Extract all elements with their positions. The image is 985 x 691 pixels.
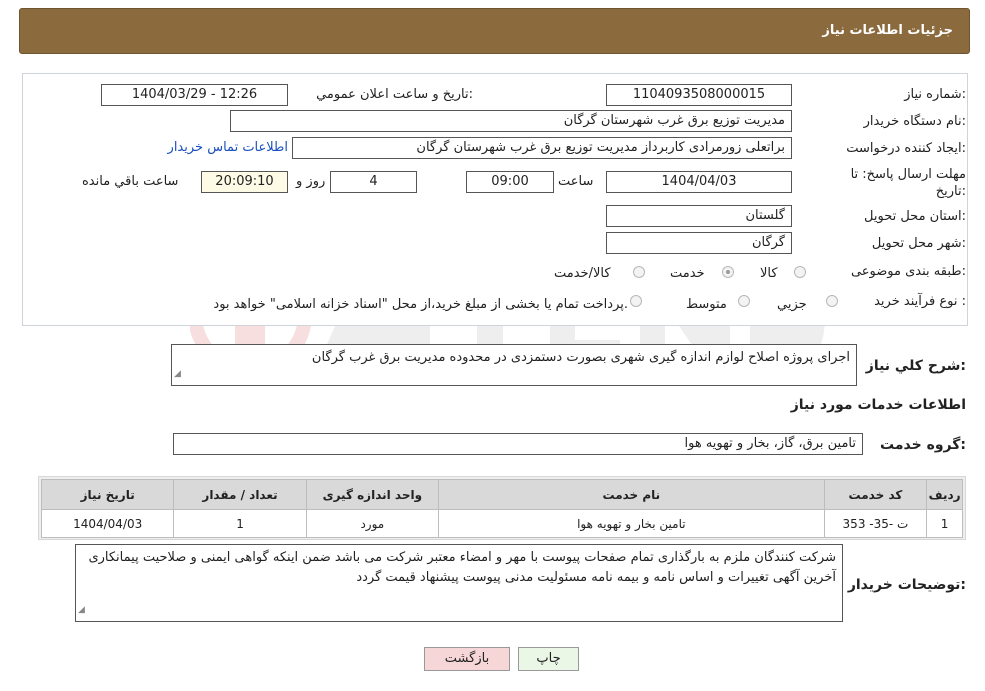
category-label: طبقه بندی موضوعی:	[850, 264, 966, 279]
cell-quantity: 1	[173, 509, 307, 538]
category-goods-service-radio[interactable]	[633, 266, 645, 278]
purchase-process-label: نوع فرآیند خرید :	[874, 294, 966, 309]
print-button[interactable]: چاپ	[518, 647, 579, 671]
page-title: جزئیات اطلاعات نیاز	[822, 23, 953, 38]
remaining-days-field: 4	[330, 171, 417, 193]
announce-datetime-field: 1404/03/29 - 12:26	[101, 84, 288, 106]
col-code-header: کد خدمت	[823, 479, 928, 510]
treasury-payment-checkbox[interactable]	[630, 295, 642, 307]
cell-service-name: تامین بخار و تهویه هوا	[438, 509, 825, 538]
cell-service-code: ت -35- 353	[823, 509, 928, 538]
process-minor-label: جزیي	[777, 297, 807, 312]
deadline-time-field: 09:00	[466, 171, 554, 193]
process-medium-radio[interactable]	[738, 295, 750, 307]
buyer-contact-link[interactable]: اطلاعات تماس خریدار	[168, 140, 288, 155]
treasury-payment-note: پرداخت تمام یا بخشی از مبلغ خرید،از محل …	[213, 297, 628, 312]
category-service-label: خدمت	[670, 266, 705, 281]
services-table: ردیف کد خدمت نام خدمت واحد اندازه گیری ت…	[40, 479, 963, 538]
page-header: جزئیات اطلاعات نیاز	[19, 8, 970, 54]
service-group-label: گروه خدمت:	[880, 437, 966, 453]
deadline-time-label: ساعت	[558, 174, 594, 189]
need-number-field: 1104093508000015	[606, 84, 792, 106]
requester-field: براتعلی زورمرادی کاربرداز مدیریت توزیع ب…	[292, 137, 792, 159]
summary-label: شرح کلي نیاز:	[865, 358, 966, 374]
table-row: 1 ت -35- 353 تامین بخار و تهویه هوا مورد…	[40, 509, 963, 538]
province-label: استان محل تحویل:	[864, 209, 966, 224]
city-field: گرگان	[606, 232, 792, 254]
resize-grip-icon[interactable]: ◢	[174, 364, 181, 384]
process-medium-label: متوسط	[686, 297, 727, 312]
col-row-header: ردیف	[926, 479, 963, 510]
services-section-title: اطلاعات خدمات مورد نیاز	[790, 397, 966, 413]
category-goods-service-label: کالا/خدمت	[554, 266, 611, 281]
deadline-date-field: 1404/04/03	[606, 171, 792, 193]
resize-grip-icon[interactable]: ◢	[78, 600, 85, 620]
col-unit-header: واحد اندازه گیری	[305, 479, 440, 510]
remaining-time-field: 20:09:10	[201, 171, 288, 193]
city-label: شهر محل تحویل:	[871, 236, 966, 251]
service-group-field: تامین برق، گاز، بخار و تهویه هوا	[173, 433, 863, 455]
days-label: روز و	[296, 174, 326, 189]
cell-unit: مورد	[305, 509, 440, 538]
col-quantity-header: تعداد / مقدار	[173, 479, 307, 510]
category-service-radio[interactable]	[722, 266, 734, 278]
process-minor-radio[interactable]	[826, 295, 838, 307]
deadline-label: مهلت ارسال پاسخ: تا تاریخ:	[850, 167, 966, 199]
buyer-notes-label: توضیحات خریدار:	[847, 577, 966, 593]
requester-label: ایجاد کننده درخواست:	[846, 141, 966, 156]
services-table-wrapper: ردیف کد خدمت نام خدمت واحد اندازه گیری ت…	[38, 476, 966, 540]
buyer-notes-text: شرکت کنندگان ملزم به بارگذاری تمام صفحات…	[88, 550, 836, 585]
buyer-notes-textarea[interactable]: شرکت کنندگان ملزم به بارگذاری تمام صفحات…	[75, 544, 843, 622]
category-goods-radio[interactable]	[794, 266, 806, 278]
remaining-time-label: ساعت باقي مانده	[82, 174, 179, 189]
cell-row-number: 1	[926, 509, 963, 538]
table-header-row: ردیف کد خدمت نام خدمت واحد اندازه گیری ت…	[40, 479, 963, 510]
summary-textarea[interactable]: اجرای پروژه اصلاح لوازم اندازه گیری شهری…	[171, 344, 857, 386]
buyer-org-label: نام دستگاه خریدار:	[863, 114, 966, 129]
province-field: گلستان	[606, 205, 792, 227]
cell-need-date: 1404/04/03	[40, 509, 175, 538]
summary-text: اجرای پروژه اصلاح لوازم اندازه گیری شهری…	[311, 350, 850, 365]
need-number-label: شماره نیاز:	[904, 87, 966, 102]
col-name-header: نام خدمت	[438, 479, 825, 510]
back-button[interactable]: بازگشت	[424, 647, 510, 671]
buyer-org-field: مدیریت توزیع برق غرب شهرستان گرگان	[230, 110, 792, 132]
announce-datetime-label: تاریخ و ساعت اعلان عمومي:	[316, 87, 473, 102]
category-goods-label: کالا	[760, 266, 778, 281]
col-date-header: تاریخ نیاز	[40, 479, 175, 510]
